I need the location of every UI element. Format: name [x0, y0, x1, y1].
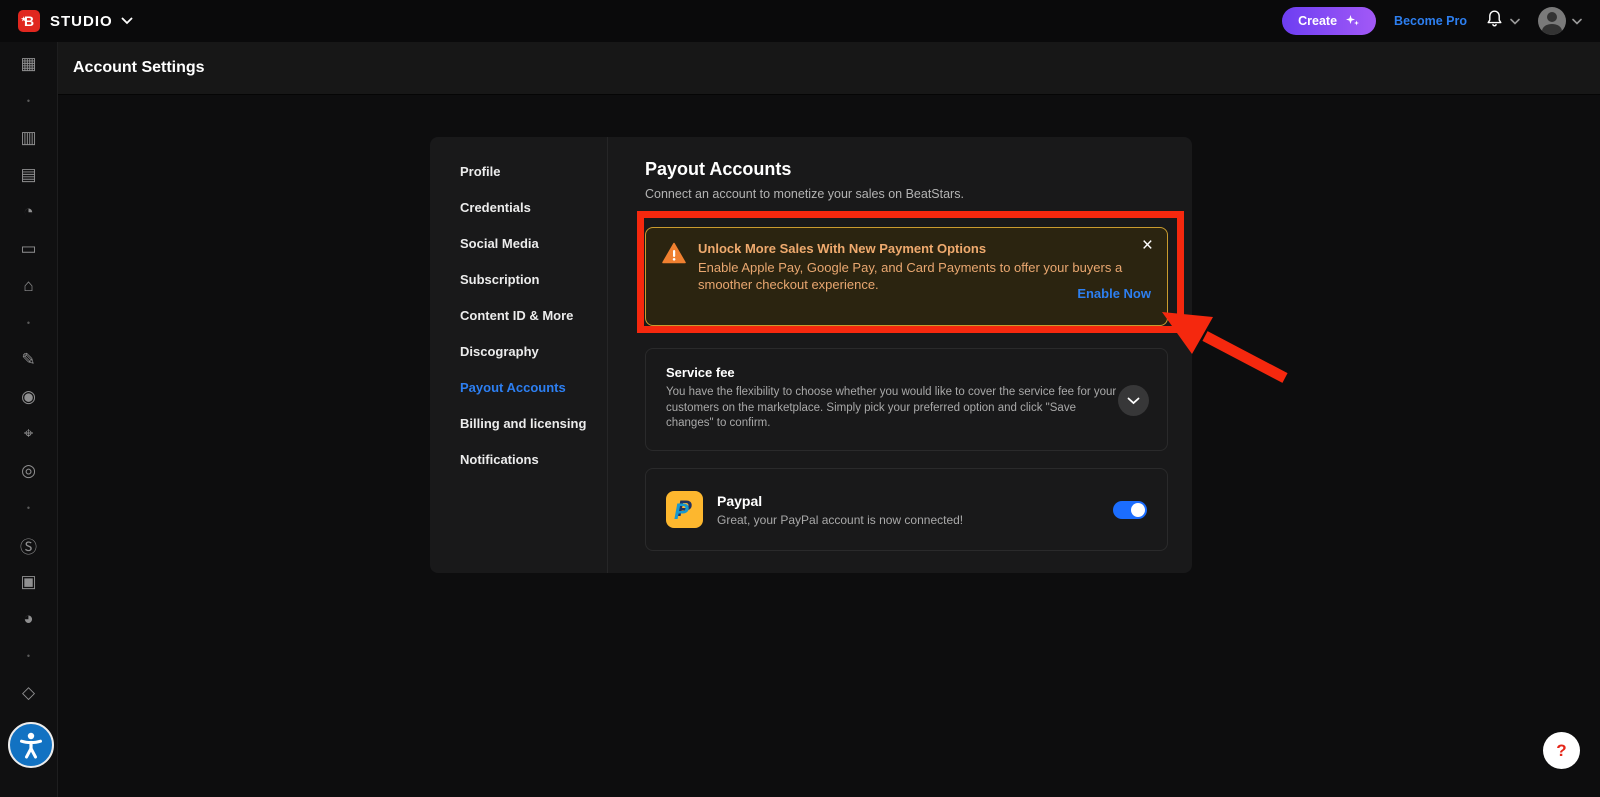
paypal-panel: P P Paypal Great, your PayPal account is… [645, 468, 1168, 551]
section-subtitle: Connect an account to monetize your sale… [645, 187, 1168, 201]
beatstars-logo-icon[interactable]: ★ B [18, 10, 40, 32]
paypal-title: Paypal [717, 493, 963, 509]
brand-name: STUDIO [50, 13, 113, 30]
settings-nav-social-media[interactable]: Social Media [430, 226, 607, 262]
account-chevron-down-icon[interactable] [1572, 12, 1582, 30]
notes-icon[interactable]: ▤ [15, 161, 43, 189]
drum-kit-icon[interactable]: ◎ [15, 457, 43, 485]
create-button-label: Create [1298, 14, 1337, 28]
logo-star-icon: ★ [21, 16, 26, 23]
separator-dot: • [15, 494, 43, 522]
settings-nav-billing-and-licensing[interactable]: Billing and licensing [430, 406, 607, 442]
notifications-chevron-down-icon[interactable] [1510, 12, 1520, 30]
page-title: Account Settings [73, 59, 205, 77]
warning-triangle-icon [662, 242, 686, 293]
avatar-silhouette [1547, 12, 1557, 22]
settings-nav-profile[interactable]: Profile [430, 154, 607, 190]
settings-nav-discography[interactable]: Discography [430, 334, 607, 370]
settings-nav-content-id-more[interactable]: Content ID & More [430, 298, 607, 334]
settings-nav: ProfileCredentialsSocial MediaSubscripti… [430, 137, 608, 573]
separator-dot: • [15, 87, 43, 115]
section-title: Payout Accounts [645, 159, 1168, 180]
service-fee-title: Service fee [666, 365, 1147, 380]
become-pro-link[interactable]: Become Pro [1394, 14, 1467, 28]
price-tag-icon[interactable]: ◇ [15, 679, 43, 707]
service-fee-expand-button[interactable] [1118, 385, 1149, 416]
icon-sidebar: ▦•▥▤◔▭⌂•✎◉⌖◎•Ⓢ▣◕•◇∩ [0, 42, 58, 797]
sidebar-icon-list: ▦•▥▤◔▭⌂•✎◉⌖◎•Ⓢ▣◕•◇∩ [15, 50, 43, 753]
paypal-toggle[interactable] [1113, 501, 1147, 519]
chevron-down-icon [1127, 397, 1140, 405]
alert-close-icon[interactable]: × [1142, 236, 1153, 255]
settings-nav-notifications[interactable]: Notifications [430, 442, 607, 478]
edit-pencil-icon[interactable]: ✎ [15, 346, 43, 374]
separator-dot: • [15, 309, 43, 337]
settings-nav-credentials[interactable]: Credentials [430, 190, 607, 226]
focus-scan-icon[interactable]: ⌖ [15, 420, 43, 448]
sound-library-icon[interactable]: ▥ [15, 124, 43, 152]
page-header: Account Settings [58, 42, 1600, 95]
enable-now-link[interactable]: Enable Now [1077, 286, 1151, 301]
pie-chart-icon[interactable]: ◕ [15, 605, 43, 633]
settings-nav-subscription[interactable]: Subscription [430, 262, 607, 298]
service-fee-panel: Service fee You have the flexibility to … [645, 348, 1168, 451]
studio-chevron-down-icon[interactable] [121, 12, 133, 30]
paypal-logo-icon: P P [666, 491, 703, 528]
user-avatar[interactable] [1538, 7, 1566, 35]
settings-nav-payout-accounts[interactable]: Payout Accounts [430, 370, 607, 406]
coupon-icon[interactable]: ▭ [15, 235, 43, 263]
separator-dot: • [15, 642, 43, 670]
payment-options-alert: Unlock More Sales With New Payment Optio… [645, 227, 1168, 326]
gauge-icon[interactable]: ◔ [15, 198, 43, 226]
service-fee-description: You have the flexibility to choose wheth… [666, 385, 1118, 432]
create-button[interactable]: Create [1282, 7, 1376, 35]
page-root: ★ B STUDIO Create Become Pro [0, 0, 1600, 797]
account-settings-card: ProfileCredentialsSocial MediaSubscripti… [430, 137, 1192, 573]
payout-accounts-content: Payout Accounts Connect an account to mo… [608, 137, 1192, 573]
analytics-chart-icon[interactable]: ▣ [15, 568, 43, 596]
paypal-status-text: Great, your PayPal account is now connec… [717, 513, 963, 527]
accessibility-button[interactable] [8, 722, 54, 768]
accessibility-person-icon [16, 730, 46, 760]
top-bar: ★ B STUDIO Create Become Pro [0, 0, 1600, 42]
earnings-icon[interactable]: Ⓢ [15, 531, 43, 559]
marketplace-store-icon[interactable]: ⌂ [15, 272, 43, 300]
vinyl-icon[interactable]: ◉ [15, 383, 43, 411]
help-button[interactable]: ? [1543, 732, 1580, 769]
notifications-bell-icon[interactable] [1485, 9, 1504, 33]
alert-title: Unlock More Sales With New Payment Optio… [698, 241, 1151, 256]
sparkle-icon [1345, 13, 1360, 30]
dashboard-grid-icon[interactable]: ▦ [15, 50, 43, 78]
